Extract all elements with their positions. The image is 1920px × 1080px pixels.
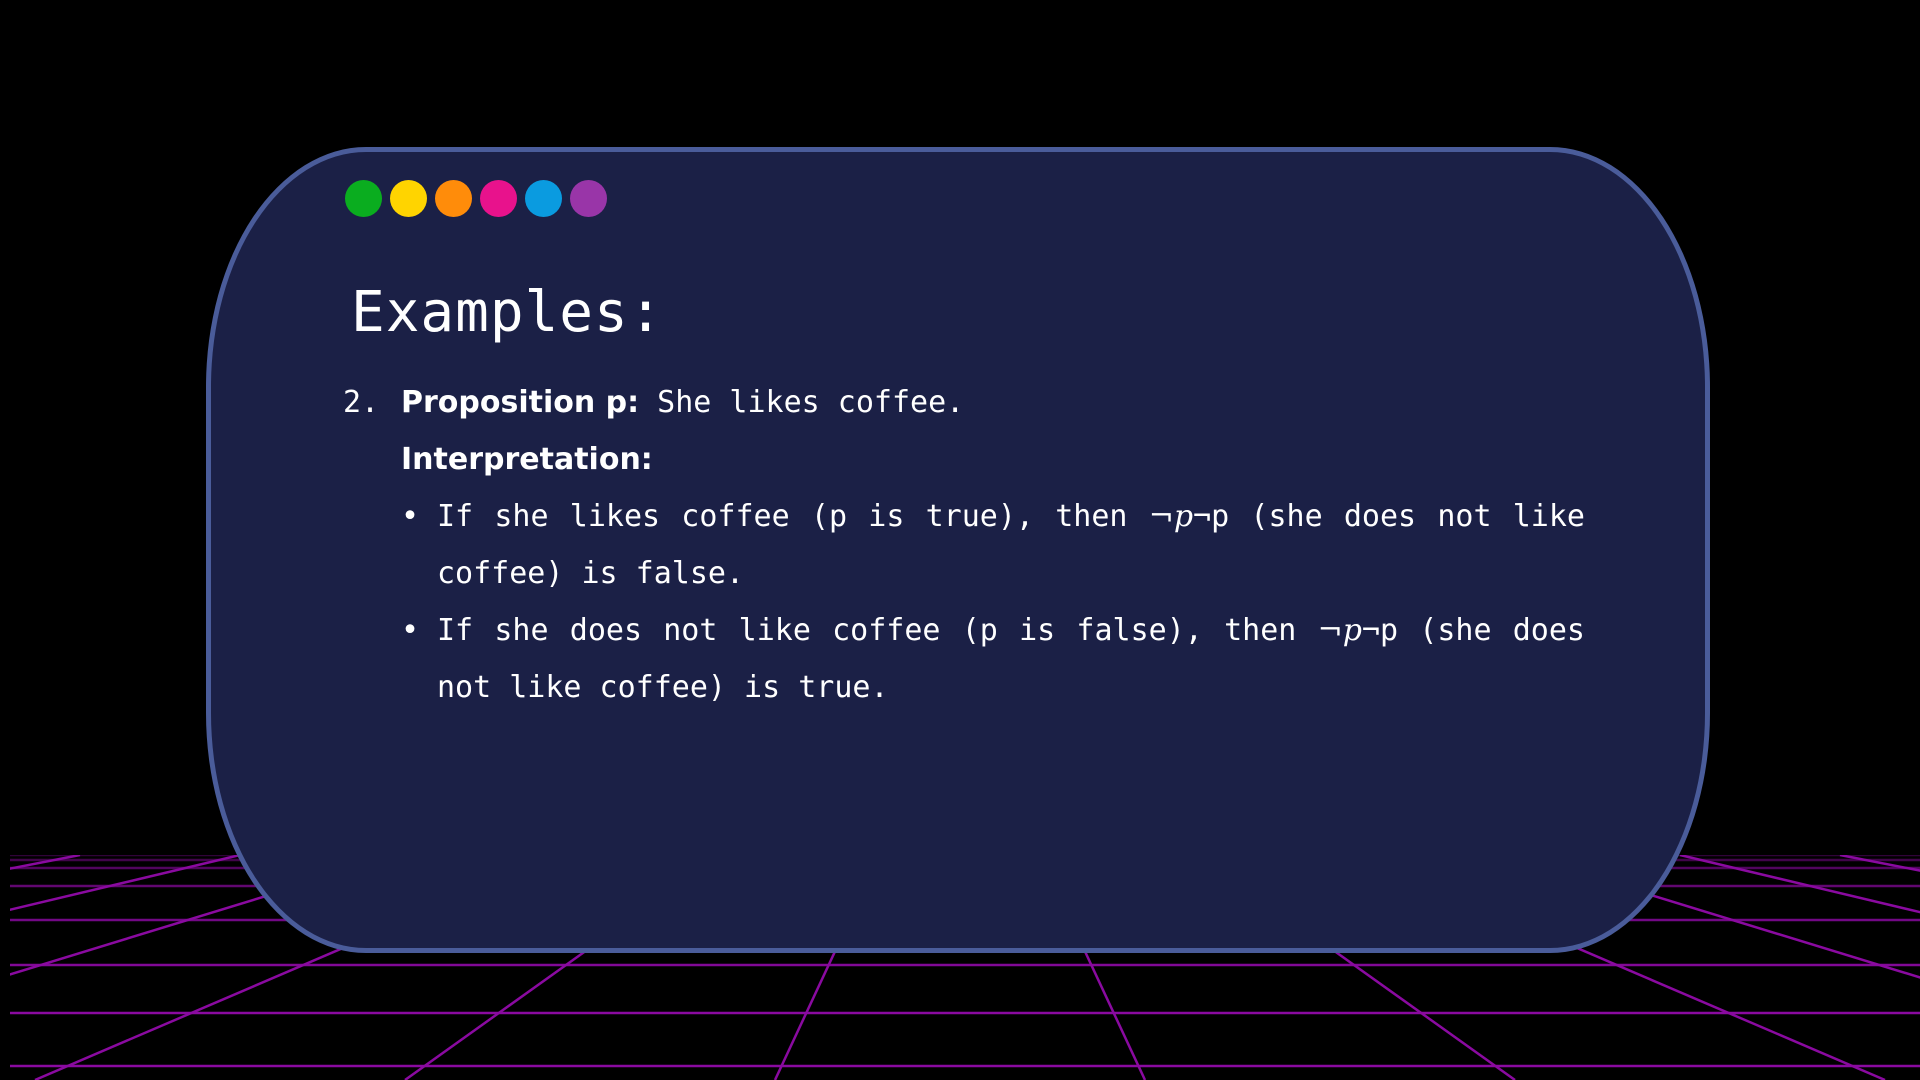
bullet-marker: • (401, 613, 420, 648)
blue-dot (525, 180, 562, 217)
yellow-dot (390, 180, 427, 217)
bullet-text: If she likes coffee (p is true), then ¬p… (437, 488, 1585, 602)
example-content: 2. Proposition p: She likes coffee. Inte… (343, 374, 1603, 716)
interpretation-line: Interpretation: (343, 431, 1603, 488)
proposition-line: 2. Proposition p: She likes coffee. (343, 374, 1603, 431)
pink-dot (480, 180, 517, 217)
list-number: 2. (343, 385, 380, 420)
negation-math: ¬p (1317, 613, 1362, 648)
window-dots (345, 180, 607, 217)
orange-dot (435, 180, 472, 217)
slide-card: Examples: 2. Proposition p: She likes co… (206, 147, 1710, 953)
bullet-text-before: If she likes coffee (p is true), then (437, 499, 1149, 534)
bullet-item-false-case: • If she does not like coffee (p is fals… (343, 602, 1603, 716)
bullet-marker: • (401, 499, 420, 534)
green-dot (345, 180, 382, 217)
interpretation-label: Interpretation: (401, 442, 653, 477)
bullet-item-true-case: • If she likes coffee (p is true), then … (343, 488, 1603, 602)
grid-vertical-line (10, 855, 81, 870)
proposition-text: She likes coffee. (639, 385, 965, 420)
purple-dot (570, 180, 607, 217)
slide-title: Examples: (351, 280, 664, 345)
grid-vertical-line (1839, 855, 1920, 872)
negation-math: ¬p (1148, 499, 1194, 534)
bullet-text: If she does not like coffee (p is false)… (437, 602, 1585, 716)
proposition-label: Proposition p: (401, 385, 640, 420)
bullet-text-before: If she does not like coffee (p is false)… (437, 613, 1318, 648)
